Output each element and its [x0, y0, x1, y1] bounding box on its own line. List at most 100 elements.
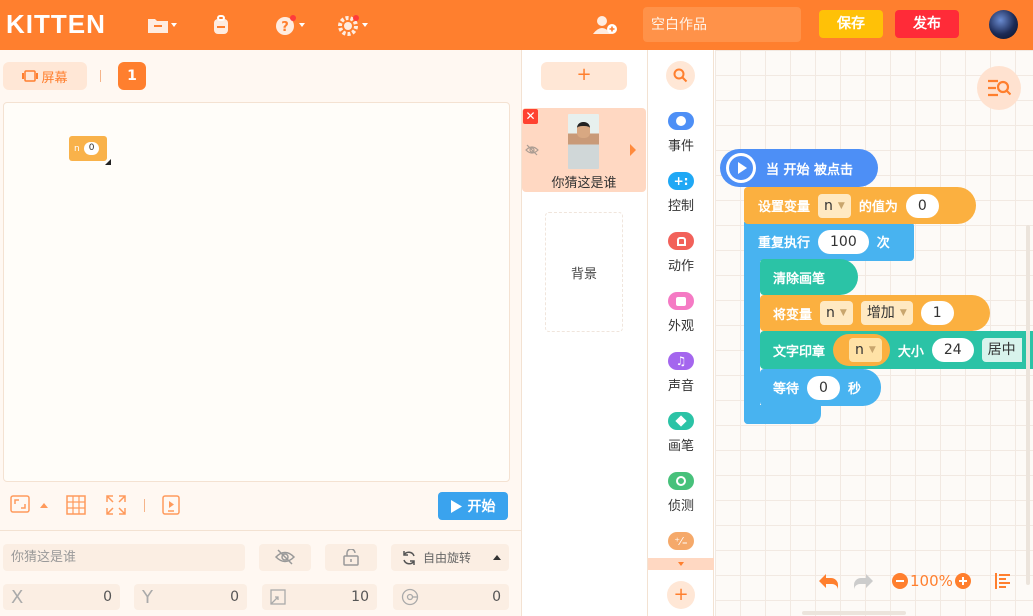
category-label: 外观: [667, 319, 694, 334]
add-extension-button[interactable]: +: [667, 581, 695, 609]
stamp-text-block[interactable]: 文字印章 n ▼ 大小 24 居中: [760, 331, 1033, 369]
workspace-scrollbar-vertical[interactable]: [1026, 225, 1030, 585]
redo-icon[interactable]: [852, 572, 874, 590]
visibility-toggle[interactable]: [259, 544, 311, 571]
set-variable-label: 设置变量: [758, 200, 811, 215]
variable-dropdown[interactable]: n ▼: [849, 338, 882, 362]
chevron-down-icon: [362, 23, 368, 27]
change-variable-label: 将变量: [773, 307, 813, 323]
category-looks[interactable]: 外观: [648, 292, 714, 334]
chevron-down-icon: ▼: [839, 308, 847, 318]
chevron-down-icon: [678, 562, 684, 566]
wait-label: 等待: [773, 382, 800, 397]
pen-icon: [668, 412, 694, 430]
settings-menu-button[interactable]: [338, 13, 368, 37]
publish-button[interactable]: 发布: [895, 10, 959, 38]
category-scroll-down[interactable]: [648, 558, 714, 570]
repeat-count-input[interactable]: 100: [818, 229, 869, 254]
category-operators[interactable]: ⁺⁄₌: [648, 532, 714, 555]
add-collaborator-button[interactable]: [592, 13, 618, 37]
size-label: 大小: [897, 344, 924, 360]
size-field[interactable]: 10: [262, 584, 377, 610]
scale-icon: [270, 589, 286, 605]
save-button[interactable]: 保存: [819, 10, 883, 38]
change-variable-block[interactable]: 将变量 n ▼ 增加 ▼ 1: [760, 295, 990, 331]
category-pen[interactable]: 画笔: [648, 412, 714, 454]
align-dropdown[interactable]: 居中: [981, 338, 1022, 362]
project-title-input[interactable]: [643, 7, 801, 42]
x-position-field[interactable]: X 0: [3, 584, 120, 610]
fullscreen-button[interactable]: [106, 495, 126, 515]
avatar[interactable]: [989, 10, 1018, 39]
when-start-clicked-block[interactable]: 当 开始 被点击: [720, 149, 878, 187]
divider: [0, 530, 521, 531]
variable-reporter[interactable]: n ▼: [833, 334, 890, 366]
category-control[interactable]: +: 控制: [648, 172, 714, 214]
category-events[interactable]: 事件: [648, 112, 714, 154]
direction-icon: [401, 588, 419, 606]
delete-sprite-button[interactable]: ✕: [523, 109, 538, 124]
set-variable-block[interactable]: 设置变量 n ▼ 的值为 0: [744, 187, 976, 224]
operation-dropdown[interactable]: 增加 ▼: [860, 301, 913, 325]
wait-block[interactable]: 等待 0 秒: [760, 369, 881, 406]
stage-size-button[interactable]: [10, 495, 30, 513]
zoom-in-icon[interactable]: [954, 573, 971, 589]
variable-dropdown[interactable]: n ▼: [818, 193, 851, 218]
workspace-scrollbar-horizontal[interactable]: [802, 611, 906, 615]
gear-icon: [338, 15, 359, 36]
file-menu-button[interactable]: [147, 13, 177, 37]
eye-off-icon: [274, 549, 296, 565]
set-variable-value-input[interactable]: 0: [905, 193, 939, 218]
chevron-down-icon: ▼: [868, 345, 876, 355]
screen-button[interactable]: 屏幕: [3, 62, 87, 90]
block-search-button[interactable]: [666, 61, 695, 90]
chevron-up-icon[interactable]: [40, 503, 48, 508]
eye-off-icon: [525, 144, 539, 156]
screen-label: 屏幕: [41, 70, 68, 86]
resize-handle[interactable]: [105, 159, 111, 165]
lock-toggle[interactable]: [325, 544, 377, 571]
add-sprite-button[interactable]: +: [541, 62, 627, 90]
phone-preview-button[interactable]: [162, 495, 180, 515]
variable-monitor-name: n: [74, 143, 80, 154]
category-sound[interactable]: ♫ 声音: [648, 352, 714, 394]
backpack-icon: [214, 15, 228, 34]
sprite-name-field[interactable]: 你猜这是谁: [3, 544, 245, 571]
category-label: 控制: [667, 199, 694, 214]
change-variable-value-input[interactable]: 1: [920, 301, 954, 325]
variable-dropdown[interactable]: n ▼: [820, 301, 853, 325]
operation-name: 增加: [866, 305, 895, 321]
undo-icon[interactable]: [818, 572, 840, 590]
svg-text:?: ?: [281, 20, 289, 35]
backpack-button[interactable]: [211, 13, 231, 37]
wait-seconds-input[interactable]: 0: [807, 375, 840, 400]
chevron-down-icon: ▼: [837, 200, 845, 211]
clear-pen-block[interactable]: 清除画笔: [760, 259, 858, 295]
search-icon: [673, 68, 688, 83]
rotate-icon: [403, 550, 415, 565]
category-motion[interactable]: 动作: [648, 232, 714, 274]
help-menu-button[interactable]: ?: [275, 13, 305, 37]
repeat-block-foot: [744, 405, 821, 424]
category-label: 侦测: [667, 499, 694, 514]
stamp-text-label: 文字印章: [773, 344, 826, 360]
grid-toggle-button[interactable]: [66, 495, 86, 515]
start-button[interactable]: 开始: [438, 492, 508, 520]
rotation-mode-select[interactable]: 自由旋转: [391, 544, 509, 571]
sprite-hidden-toggle[interactable]: [525, 144, 539, 156]
y-position-field[interactable]: Y 0: [134, 584, 247, 610]
background-card[interactable]: 背景: [545, 212, 623, 332]
zoom-out-icon[interactable]: [892, 573, 908, 589]
direction-field[interactable]: 0: [393, 584, 509, 610]
text-size-input[interactable]: 24: [931, 338, 974, 362]
chevron-down-icon: [299, 23, 305, 27]
app-logo: KITTEN: [6, 9, 106, 39]
variable-monitor[interactable]: n 0: [69, 136, 107, 161]
align-blocks-icon[interactable]: [994, 573, 1011, 589]
chevron-right-icon[interactable]: [630, 144, 636, 156]
category-label: 声音: [667, 379, 694, 394]
category-sensing[interactable]: 侦测: [648, 472, 714, 514]
block-manager-button[interactable]: [977, 66, 1021, 110]
chevron-down-icon: ▼: [899, 308, 907, 318]
screen-page-tab[interactable]: 1: [118, 62, 146, 90]
